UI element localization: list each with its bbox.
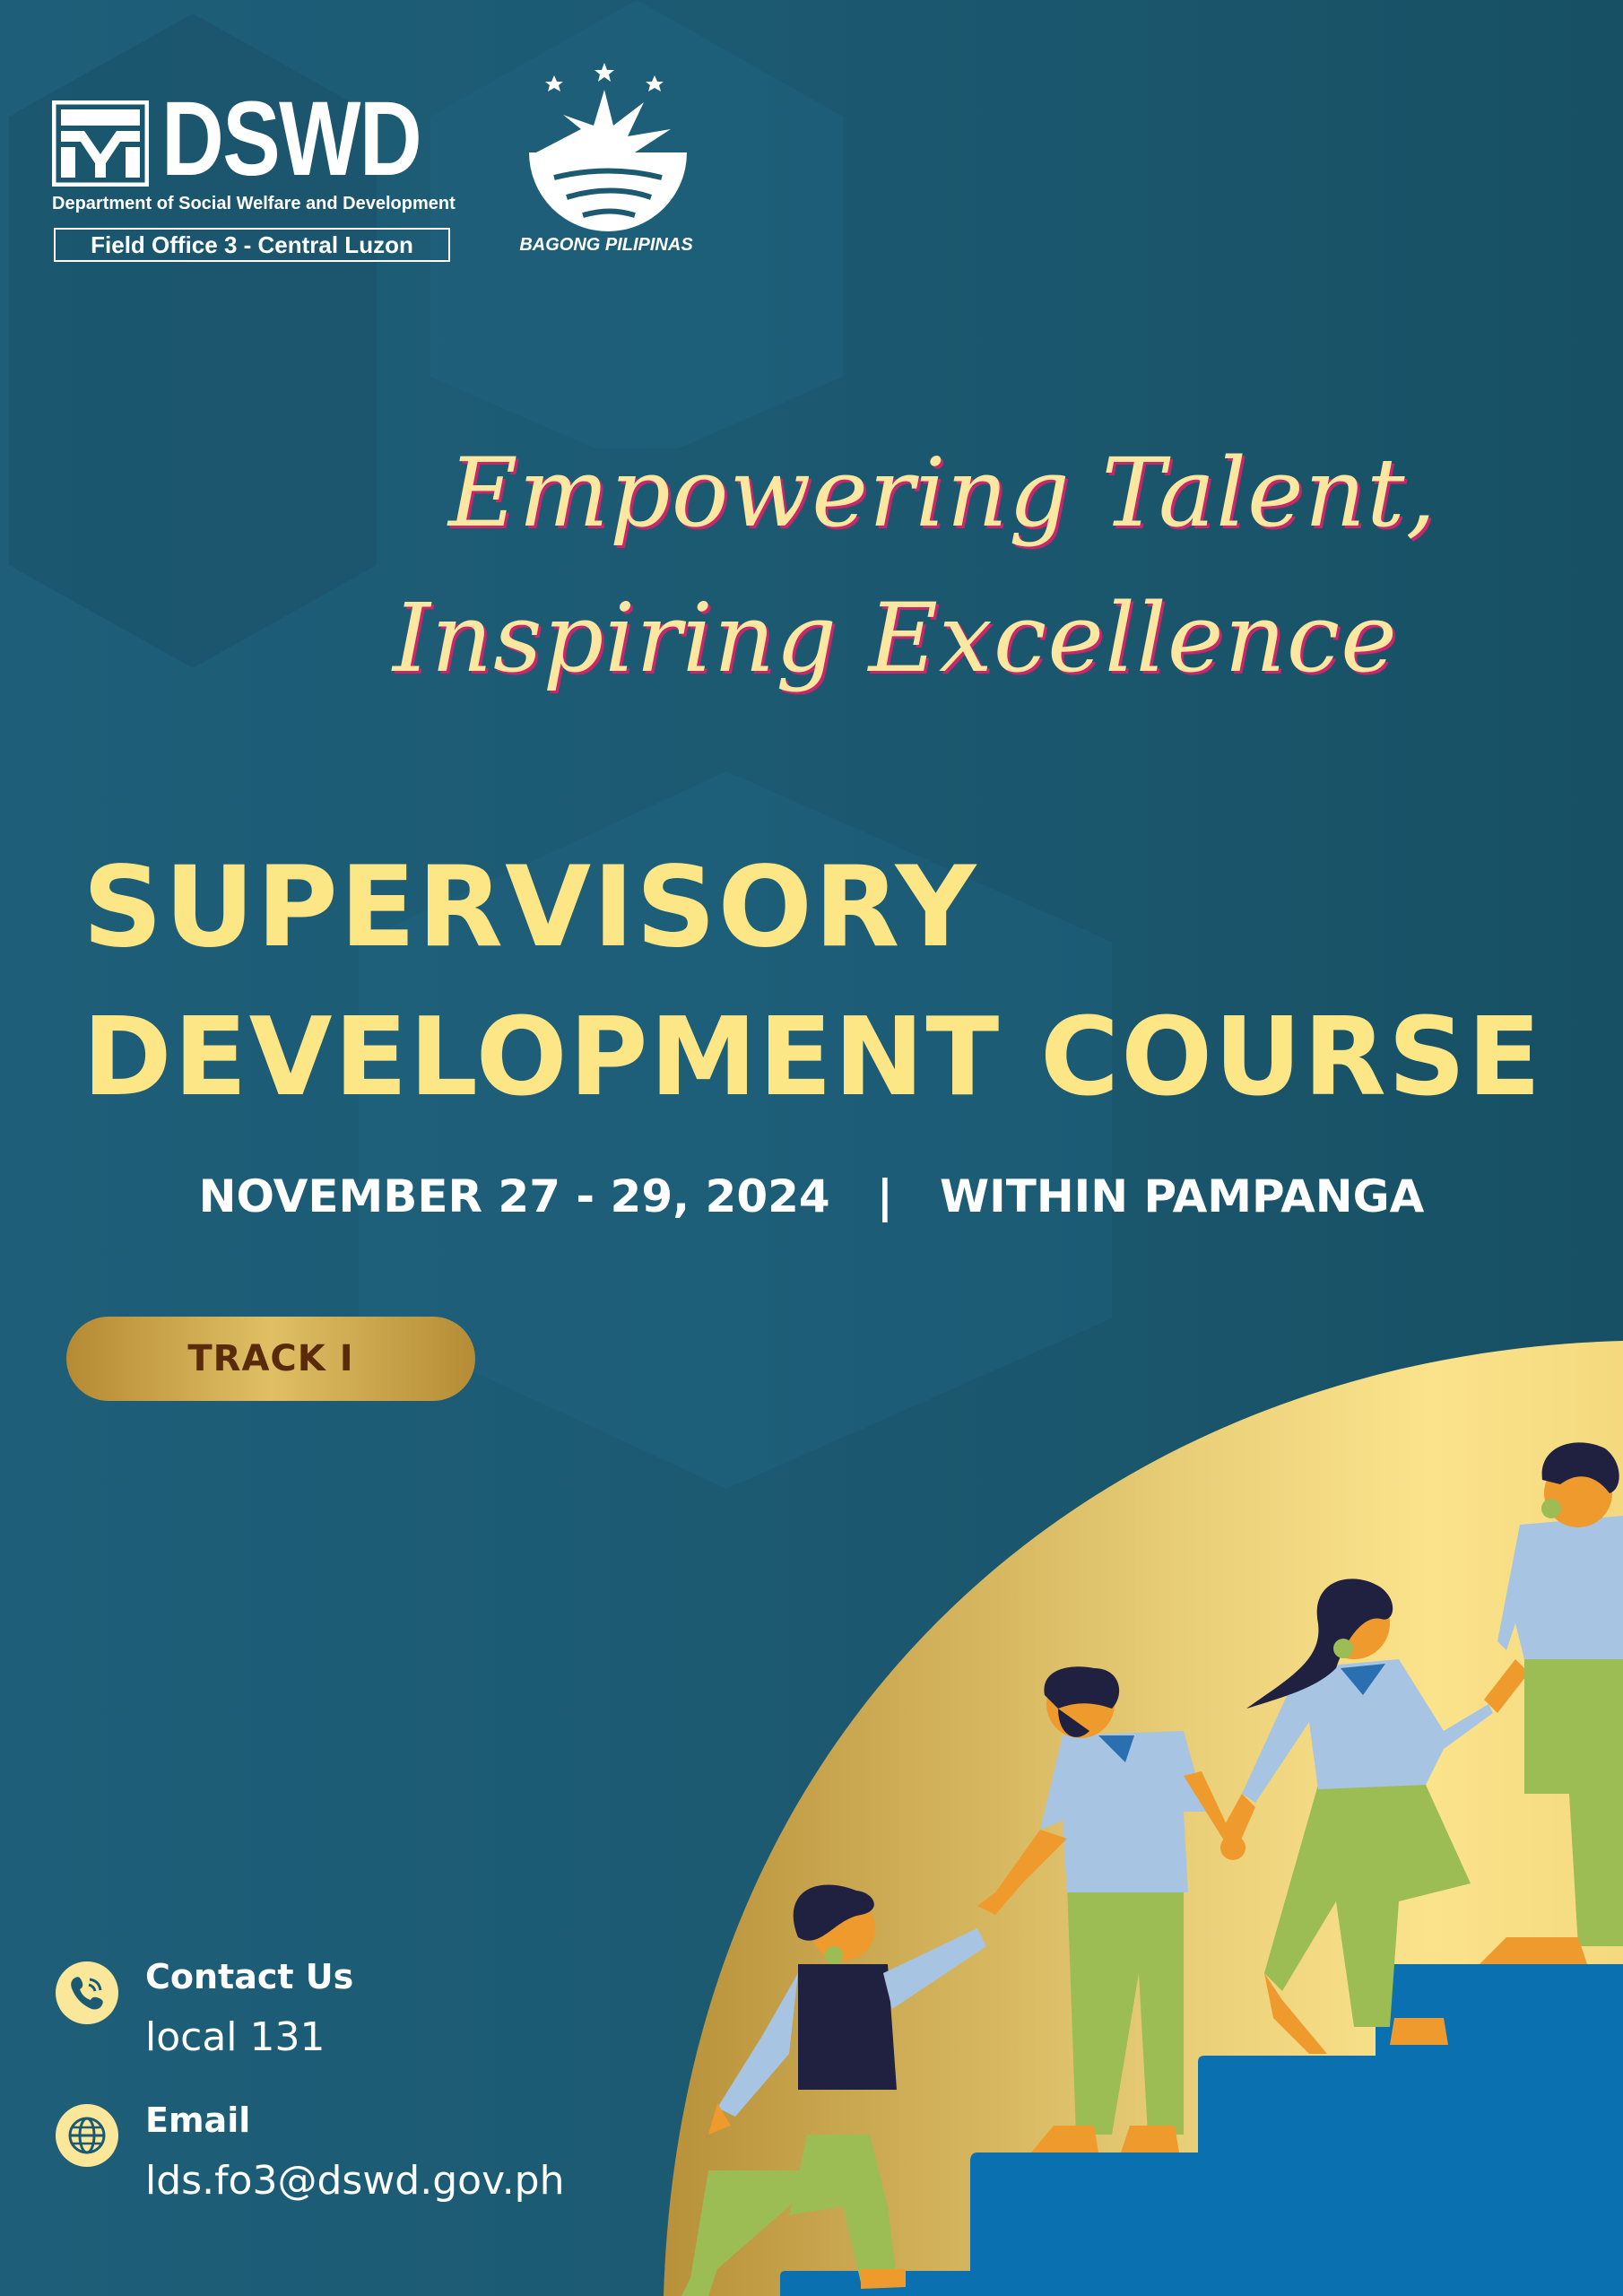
climbing-team-illustration	[664, 1341, 1623, 2296]
email-value[interactable]: lds.fo3@dswd.gov.ph	[145, 2158, 565, 2204]
contact-value: local 131	[145, 2014, 325, 2060]
phone-icon-badge	[56, 1961, 118, 2024]
globe-icon	[68, 2117, 106, 2154]
contact-label: Contact Us	[145, 1957, 354, 1996]
phone-icon	[71, 1977, 103, 2010]
globe-icon-badge	[56, 2104, 118, 2167]
email-label: Email	[145, 2100, 251, 2140]
poster: DSWD Department of Social Welfare and De…	[0, 0, 1623, 2296]
